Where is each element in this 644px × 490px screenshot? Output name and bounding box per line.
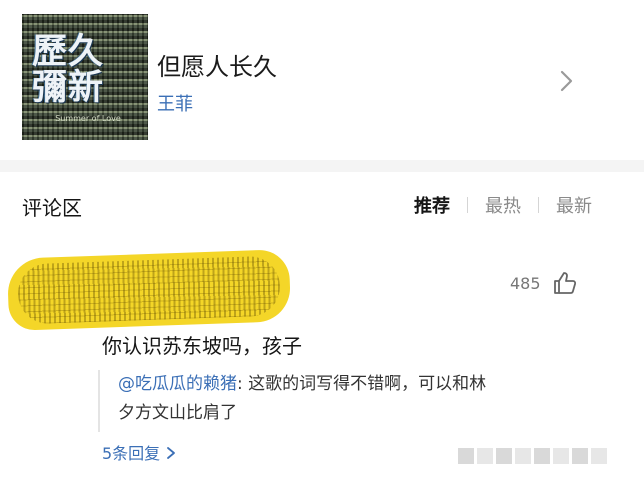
album-cover-title: 歷久 彌新 — [32, 31, 105, 108]
reply-count-label: 5条回复 — [102, 444, 161, 463]
reply-username[interactable]: @吃瓜瓜的赖猪 — [118, 374, 237, 394]
comments-header: 评论区 推荐 最热 最新 — [0, 172, 644, 232]
tab-newest[interactable]: 最新 — [556, 192, 592, 218]
album-cover-subtitle: Summer of Love — [55, 114, 121, 123]
watermark-blur — [458, 448, 626, 474]
tab-separator — [538, 197, 539, 213]
reply-line-1: @吃瓜瓜的赖猪: 这歌的词写得不错啊，可以和林 — [118, 370, 568, 399]
comment-item: 485 你认识苏东坡吗，孩子 @吃瓜瓜的赖猪: 这歌的词写得不错啊，可以和林 夕… — [0, 240, 644, 490]
comment-text: 你认识苏东坡吗，孩子 — [102, 334, 302, 358]
tab-hottest[interactable]: 最热 — [485, 192, 521, 218]
view-replies-button[interactable]: 5条回复 — [102, 440, 178, 464]
comments-title: 评论区 — [22, 196, 82, 220]
song-card[interactable]: 歷久 彌新 Summer of Love 但愿人长久 王菲 — [0, 0, 644, 160]
thumbs-up-icon[interactable] — [552, 270, 578, 296]
tab-separator — [467, 197, 468, 213]
tab-recommended[interactable]: 推荐 — [414, 192, 450, 218]
chevron-right-icon[interactable] — [553, 68, 579, 94]
chevron-right-icon — [167, 447, 176, 459]
like-count: 485 — [510, 274, 541, 293]
section-divider — [0, 160, 644, 172]
artist-link[interactable]: 王菲 — [157, 90, 193, 116]
redacted-username — [6, 249, 292, 331]
sort-tabs: 推荐 最热 最新 — [414, 192, 592, 218]
album-cover[interactable]: 歷久 彌新 Summer of Love — [22, 14, 148, 140]
reply-preview[interactable]: @吃瓜瓜的赖猪: 这歌的词写得不错啊，可以和林 夕方文山比肩了 — [98, 370, 568, 432]
reply-text-line2: 夕方文山比肩了 — [118, 403, 237, 423]
reply-text-line1: : 这歌的词写得不错啊，可以和林 — [237, 374, 487, 394]
song-title: 但愿人长久 — [157, 53, 277, 81]
